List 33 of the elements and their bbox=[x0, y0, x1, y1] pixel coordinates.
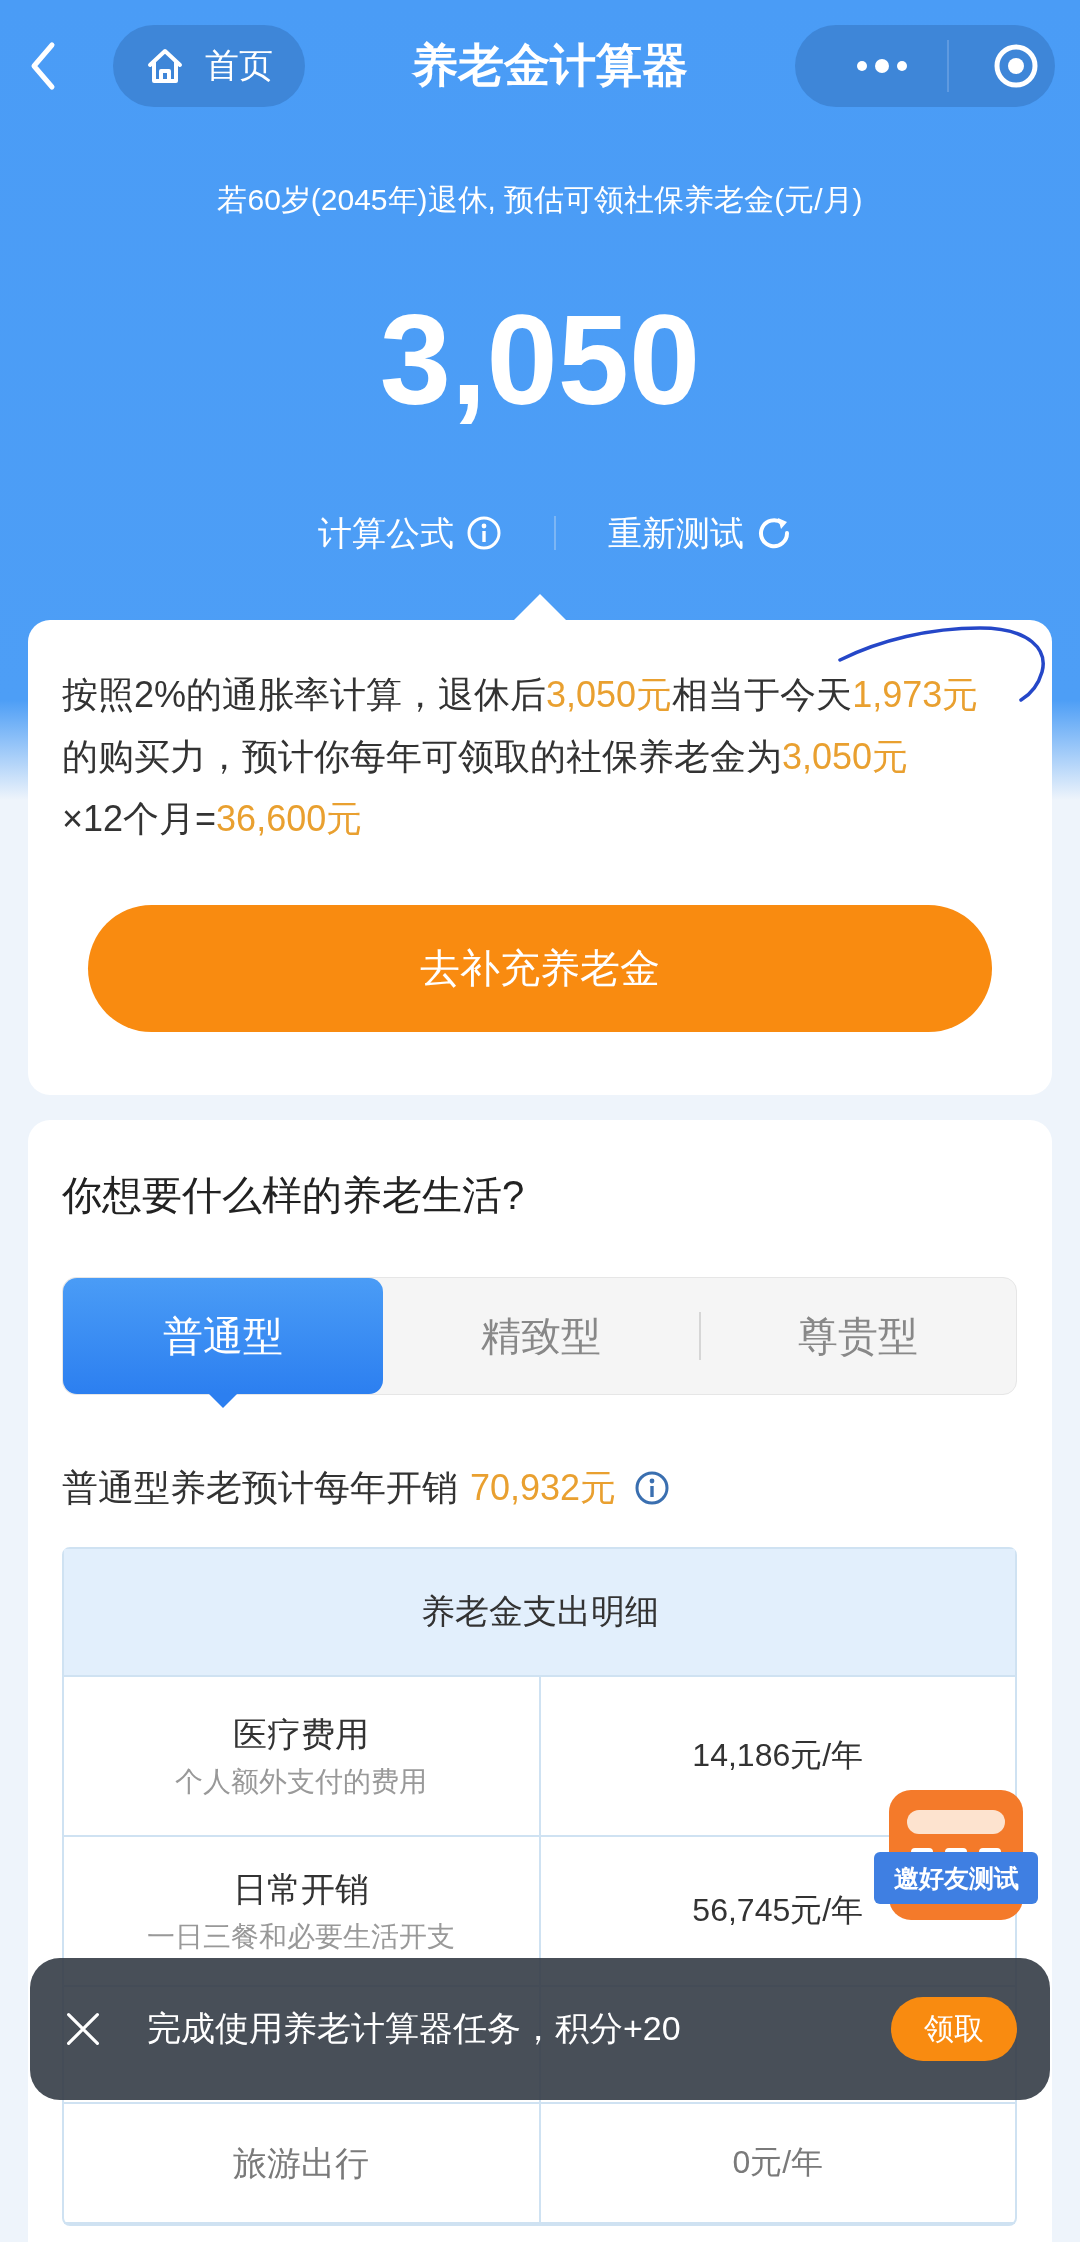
table-header: 养老金支出明细 bbox=[64, 1549, 1015, 1677]
info-icon[interactable] bbox=[634, 1470, 671, 1506]
table-cell-text: 0元/年 bbox=[732, 2143, 824, 2182]
table-cell-note: 个人额外支付的费用 bbox=[175, 1765, 428, 1799]
tab-pointer bbox=[209, 1394, 237, 1408]
more-icon[interactable] bbox=[855, 59, 909, 73]
invite-badge[interactable]: 邀好友测试 bbox=[874, 1790, 1038, 1935]
home-button[interactable]: 首页 bbox=[113, 25, 305, 107]
page-title: 养老金计算器 bbox=[410, 38, 689, 93]
info-icon bbox=[466, 515, 502, 551]
explanation-text: 按照2%的通胀率计算，退休后3,050元相当于今天1,973元 的购买力，预计你每年可领取的社保养老金为3,050元 ×12个月=36,600元 bbox=[62, 673, 980, 841]
table-cell-text: 日常开销 bbox=[233, 1869, 370, 1910]
pension-caption: 若60岁(2045年)退休, 预估可领社保养老金(元/月) bbox=[216, 182, 864, 218]
home-icon bbox=[145, 46, 185, 86]
estimate-label: 普通型养老预计每年开销 bbox=[62, 1466, 458, 1510]
section-heading: 你想要什么样的养老生活? bbox=[62, 1172, 526, 1219]
supplement-button[interactable]: 去补充养老金 bbox=[88, 905, 992, 1032]
link[interactable]: 计算公式 bbox=[318, 510, 502, 556]
target-icon[interactable] bbox=[993, 43, 1039, 89]
table-cell-text: 旅游出行 bbox=[233, 2143, 370, 2184]
refresh-icon bbox=[756, 515, 792, 551]
tab[interactable]: 精致型 bbox=[383, 1278, 699, 1394]
table-cell-text: 14,186元/年 bbox=[692, 1736, 864, 1775]
toast-message: 完成使用养老计算器任务，积分+20 bbox=[147, 2008, 682, 2049]
close-icon[interactable] bbox=[65, 2011, 101, 2047]
table-cell-text: 医疗费用 bbox=[233, 1714, 370, 1755]
pension-amount: 3,050 bbox=[378, 287, 702, 433]
estimate-amount: 70,932元 bbox=[470, 1466, 617, 1510]
link[interactable]: 重新测试 bbox=[608, 510, 792, 556]
tab[interactable]: 尊贵型 bbox=[700, 1278, 1016, 1394]
table-cell-note: 一日三餐和必要生活开支 bbox=[147, 1920, 456, 1954]
claim-button[interactable]: 领取 bbox=[891, 1997, 1017, 2061]
table-cell-text: 56,745元/年 bbox=[692, 1891, 864, 1930]
